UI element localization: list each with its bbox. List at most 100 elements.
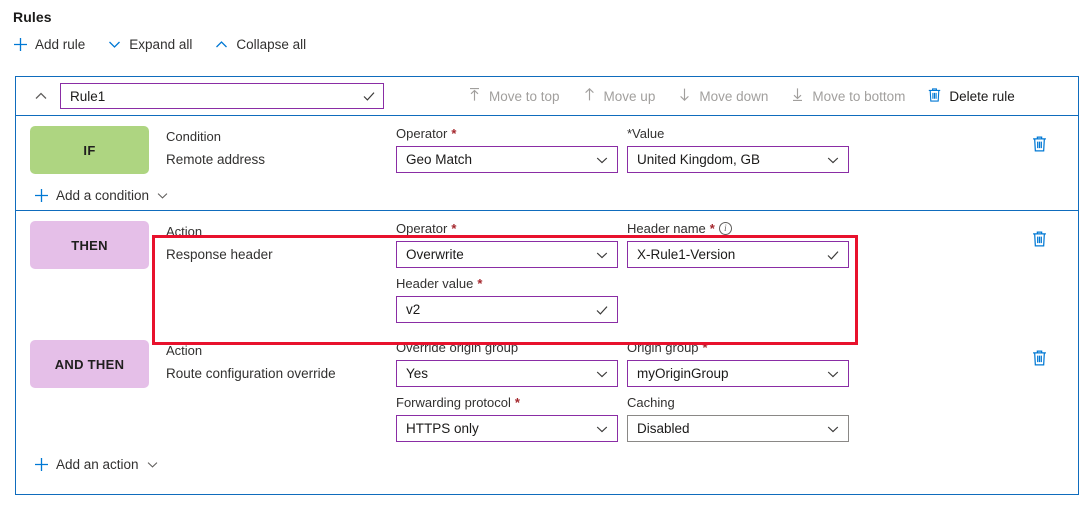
trash-icon <box>1031 350 1048 370</box>
add-rule-button[interactable]: Add rule <box>13 37 85 52</box>
trash-icon <box>1031 136 1048 156</box>
move-down-label: Move down <box>699 88 769 104</box>
command-bar: Add rule Expand all Collapse all <box>13 37 306 52</box>
then-operator-group: Operator * Overwrite Header value * v2 <box>396 220 627 330</box>
then-badge-col: THEN <box>30 211 166 330</box>
required-asterisk: * <box>451 221 457 236</box>
valid-checkmark-icon <box>595 303 609 317</box>
if-badge: IF <box>30 126 149 174</box>
add-action-button[interactable]: Add an action <box>16 449 159 479</box>
header-value-label: Header value * <box>396 275 627 292</box>
header-name-label: Header name * i <box>627 220 858 237</box>
required-asterisk: * <box>709 221 715 236</box>
move-to-bottom-button[interactable]: Move to bottom <box>779 87 916 105</box>
condition-operator-value: Geo Match <box>406 152 473 167</box>
delete-rule-label: Delete rule <box>949 88 1015 104</box>
condition-value-label-text: *Value <box>627 126 665 141</box>
expand-all-label: Expand all <box>129 36 193 52</box>
and-then-badge: AND THEN <box>30 340 149 388</box>
condition-value-value: United Kingdom, GB <box>637 152 761 167</box>
condition-kind-label: Condition <box>166 129 221 144</box>
plus-icon <box>34 188 49 203</box>
header-name-value: X-Rule1-Version <box>637 247 736 262</box>
delete-action-route-configuration-override-button[interactable] <box>1031 349 1048 370</box>
then-operator-label-text: Operator <box>396 221 448 236</box>
move-up-button[interactable]: Move up <box>571 87 667 105</box>
origin-group-value: myOriginGroup <box>637 366 729 381</box>
header-name-group: Header name * i X-Rule1-Version <box>627 220 858 330</box>
origin-group-dropdown[interactable]: myOriginGroup <box>627 360 849 387</box>
caching-dropdown[interactable]: Disabled <box>627 415 849 442</box>
then-operator-label: Operator * <box>396 220 627 237</box>
then-section: THEN Action Response header Operator * O… <box>16 211 1078 479</box>
delete-action-response-header-button[interactable] <box>1031 230 1048 251</box>
required-asterisk: * <box>477 276 483 291</box>
condition-operator-label-text: Operator <box>396 126 448 141</box>
add-condition-label: Add a condition <box>56 187 150 203</box>
chevron-down-icon <box>595 367 609 381</box>
override-origin-group-dropdown[interactable]: Yes <box>396 360 618 387</box>
delete-condition-button[interactable] <box>1031 135 1048 156</box>
header-name-input[interactable]: X-Rule1-Version <box>627 241 849 268</box>
condition-value-label: *Value <box>627 125 858 142</box>
condition-operator-dropdown[interactable]: Geo Match <box>396 146 618 173</box>
valid-checkmark-icon <box>362 89 376 103</box>
condition-value-dropdown[interactable]: United Kingdom, GB <box>627 146 849 173</box>
header-value-input[interactable]: v2 <box>396 296 618 323</box>
action-row-response-header: THEN Action Response header Operator * O… <box>16 211 1078 330</box>
required-asterisk: * <box>451 126 457 141</box>
arrow-up-icon <box>582 87 597 105</box>
delete-rule-button[interactable]: Delete rule <box>916 87 1025 106</box>
condition-operator-label: Operator * <box>396 125 627 142</box>
expand-all-button[interactable]: Expand all <box>107 37 192 52</box>
forwarding-protocol-label: Forwarding protocol * <box>396 394 627 411</box>
trash-icon <box>1031 231 1048 251</box>
header-value-value: v2 <box>406 302 421 317</box>
move-up-label: Move up <box>603 88 656 104</box>
chevron-down-icon <box>156 189 169 202</box>
forwarding-protocol-dropdown[interactable]: HTTPS only <box>396 415 618 442</box>
required-asterisk: * <box>514 395 520 410</box>
collapse-all-button[interactable]: Collapse all <box>214 37 306 52</box>
then-badge: THEN <box>30 221 149 269</box>
caching-value: Disabled <box>637 421 690 436</box>
caching-label: Caching <box>627 394 858 411</box>
move-down-button[interactable]: Move down <box>666 87 779 105</box>
add-condition-button[interactable]: Add a condition <box>16 180 169 210</box>
move-to-top-icon <box>467 87 482 105</box>
move-to-top-button[interactable]: Move to top <box>456 87 571 105</box>
add-action-label: Add an action <box>56 456 139 472</box>
rule-card: Rule1 Move to top Move up Move down Move… <box>15 76 1079 495</box>
chevron-down-icon <box>595 248 609 262</box>
move-to-top-label: Move to top <box>489 88 560 104</box>
if-section: IF Condition Remote address Operator * G… <box>16 116 1078 211</box>
condition-fields: Condition Remote address Operator * Geo … <box>166 116 1078 180</box>
chevron-down-icon <box>826 367 840 381</box>
add-rule-label: Add rule <box>35 36 86 52</box>
plus-icon <box>34 457 49 472</box>
and-then-action-kind-label: Action <box>166 343 203 358</box>
rule-collapse-chevron-up-icon[interactable] <box>30 89 52 103</box>
and-then-action-descriptor: Action Route configuration override <box>166 339 396 449</box>
chevron-down-icon <box>107 37 122 52</box>
header-value-label-text: Header value <box>396 276 474 291</box>
action-row-route-configuration-override: AND THEN Action Route configuration over… <box>16 330 1078 449</box>
forwarding-protocol-label-text: Forwarding protocol <box>396 395 511 410</box>
chevron-down-icon <box>595 153 609 167</box>
then-fields: Action Response header Operator * Overwr… <box>166 211 1078 330</box>
override-origin-group-col: Override origin group Yes Forwarding pro… <box>396 339 627 449</box>
then-action-kind-label: Action <box>166 224 203 239</box>
info-icon[interactable]: i <box>718 222 732 235</box>
header-name-label-text: Header name <box>627 221 706 236</box>
and-then-action-name-label: Route configuration override <box>166 366 336 381</box>
rule-name-input[interactable]: Rule1 <box>60 83 384 109</box>
override-origin-group-label: Override origin group <box>396 339 627 356</box>
origin-group-label-text: Origin group <box>627 340 699 355</box>
condition-operator-group: Operator * Geo Match <box>396 125 627 180</box>
trash-icon <box>927 87 942 106</box>
origin-group-label: Origin group * <box>627 339 858 356</box>
page-title: Rules <box>13 9 52 25</box>
then-operator-dropdown[interactable]: Overwrite <box>396 241 618 268</box>
chevron-up-icon <box>214 37 229 52</box>
condition-descriptor: Condition Remote address <box>166 125 396 180</box>
